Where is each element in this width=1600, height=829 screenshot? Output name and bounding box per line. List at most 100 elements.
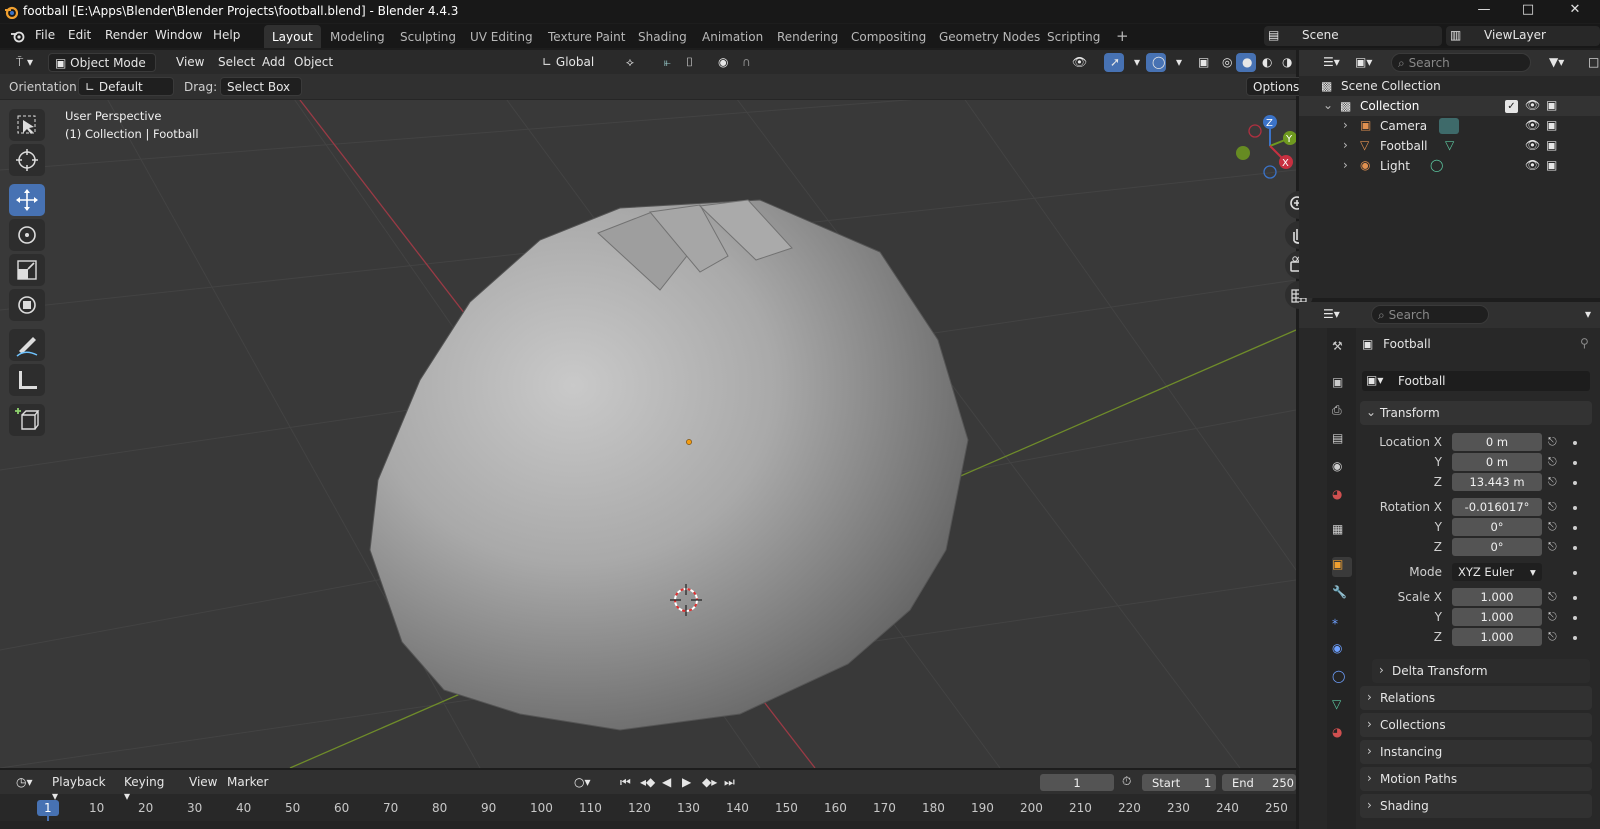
object-tab-icon[interactable]: ▣	[1332, 557, 1352, 577]
play-reverse-icon[interactable]: ◀	[656, 773, 674, 792]
camera-data-icon[interactable]	[1439, 118, 1459, 134]
stopwatch-icon[interactable]: ⏱	[1122, 774, 1131, 789]
collapse-arrow-icon[interactable]: ⌄	[1323, 98, 1333, 112]
football-mesh[interactable]	[369, 199, 969, 731]
render-camera-icon[interactable]: ▣	[1546, 98, 1557, 112]
gizmo-toggle-icon[interactable]: ➚	[1104, 53, 1124, 72]
outliner-item-camera[interactable]: › ▣ Camera 👁 ▣	[1299, 116, 1600, 136]
scale-x-field[interactable]: 1.000	[1452, 588, 1542, 606]
properties-options-icon[interactable]: ▾	[1579, 305, 1597, 324]
menu-file[interactable]: File	[35, 28, 55, 42]
location-x-field[interactable]: 0 m	[1452, 433, 1542, 451]
tab-compositing[interactable]: Compositing	[843, 25, 934, 48]
snap-toggle-icon[interactable]: ⫦	[658, 53, 678, 72]
3d-viewport[interactable]: User Perspective (1) Collection | Footba…	[0, 50, 1296, 768]
timeline-menu-marker[interactable]: Marker	[221, 773, 274, 792]
viewport-menu-view[interactable]: View	[170, 53, 210, 72]
relations-panel-header[interactable]: › Relations	[1360, 686, 1592, 710]
add-workspace-button[interactable]: +	[1108, 25, 1137, 48]
gizmo-options-icon[interactable]: ▾	[1128, 53, 1142, 72]
scale-z-field[interactable]: 1.000	[1452, 628, 1542, 646]
constraints-tab-icon[interactable]: ◯	[1332, 669, 1352, 689]
visibility-eye-icon[interactable]: 👁	[1525, 98, 1540, 112]
expand-arrow-icon[interactable]: ›	[1343, 158, 1348, 172]
properties-search-input[interactable]: ⌕ Search	[1371, 305, 1489, 324]
location-y-field[interactable]: 0 m	[1452, 453, 1542, 471]
collection-tab-icon[interactable]: ▦	[1332, 522, 1352, 542]
new-collection-icon[interactable]: □	[1582, 53, 1600, 72]
tab-shading[interactable]: Shading	[630, 25, 695, 48]
keyframe-dot[interactable]	[1573, 546, 1577, 550]
gizmo-neg-y[interactable]	[1236, 146, 1250, 160]
keyframe-dot[interactable]	[1573, 616, 1577, 620]
jump-keyframe-back-icon[interactable]: ◂◆	[634, 773, 655, 792]
exclude-checkbox[interactable]: ✓	[1505, 100, 1518, 113]
playback-menu[interactable]: Playback ▾	[46, 773, 118, 803]
play-icon[interactable]: ▶	[676, 773, 694, 792]
viewport-menu-object[interactable]: Object	[288, 53, 339, 72]
keyframe-dot[interactable]	[1573, 461, 1577, 465]
end-frame-field[interactable]: End 250	[1222, 774, 1296, 791]
outliner-scene-collection[interactable]: ▩ Scene Collection	[1299, 76, 1600, 96]
overlays-options-icon[interactable]: ▾	[1170, 53, 1184, 72]
mode-selector[interactable]: ▣ Object Mode	[48, 53, 156, 72]
jump-end-icon[interactable]: ⏭	[718, 773, 736, 792]
render-camera-icon[interactable]: ▣	[1546, 138, 1557, 152]
move-icon[interactable]	[9, 184, 45, 216]
timeline-menu-view[interactable]: View	[183, 773, 223, 792]
overlays-toggle-icon[interactable]: ◯	[1146, 53, 1166, 72]
orientation-dropdown[interactable]: ∟ Default	[78, 77, 174, 96]
lock-icon[interactable]: ⎋	[1548, 520, 1562, 534]
outliner-collection[interactable]: ⌄ ▩ Collection ✓ 👁 ▣	[1299, 96, 1600, 116]
gizmo-neg-x[interactable]	[1248, 124, 1262, 138]
minimize-icon[interactable]: —	[1474, 2, 1494, 20]
menu-render[interactable]: Render	[105, 28, 148, 42]
viewport-menu-select[interactable]: Select	[212, 53, 261, 72]
instancing-panel-header[interactable]: › Instancing	[1360, 740, 1592, 764]
falloff-curve-icon[interactable]: ∩	[736, 53, 762, 72]
annotate-icon[interactable]	[9, 329, 45, 361]
visibility-eye-icon[interactable]: 👁	[1525, 138, 1540, 152]
lock-icon[interactable]: ⎋	[1548, 590, 1562, 604]
wireframe-shading-icon[interactable]: ◎	[1216, 53, 1236, 72]
keyframe-dot[interactable]	[1573, 441, 1577, 445]
lock-icon[interactable]: ⎋	[1548, 455, 1562, 469]
modifier-tab-icon[interactable]: 🔧	[1332, 585, 1352, 605]
timeline-scrollbar[interactable]	[0, 821, 1296, 829]
motion-paths-panel-header[interactable]: › Motion Paths	[1360, 767, 1592, 791]
menu-help[interactable]: Help	[213, 28, 240, 42]
timeline-editor-type-icon[interactable]: ◷▾	[10, 773, 40, 792]
tab-sculpting[interactable]: Sculpting	[392, 25, 464, 48]
keyframe-dot[interactable]	[1573, 596, 1577, 600]
outliner-editor-type-icon[interactable]: ☰▾	[1317, 53, 1345, 72]
tab-scripting[interactable]: Scripting	[1039, 25, 1108, 48]
light-data-icon[interactable]: ◯	[1430, 158, 1443, 172]
rotate-icon[interactable]	[9, 219, 45, 251]
scene-tab-icon[interactable]: ◉	[1332, 459, 1352, 479]
filter-icon[interactable]: ▼▾	[1543, 53, 1577, 72]
lock-icon[interactable]: ⎋	[1548, 610, 1562, 624]
render-camera-icon[interactable]: ▣	[1546, 158, 1557, 172]
rotation-y-field[interactable]: 0°	[1452, 518, 1542, 536]
lock-icon[interactable]: ⎋	[1548, 475, 1562, 489]
view-layer-selector[interactable]: ▥ ViewLayer	[1446, 26, 1600, 46]
object-datablock-field[interactable]: ▣▾ Football	[1362, 371, 1590, 391]
keyframe-dot[interactable]	[1573, 636, 1577, 640]
jump-keyframe-forward-icon[interactable]: ◆▸	[696, 773, 717, 792]
add-cube-icon[interactable]	[9, 404, 45, 436]
start-frame-field[interactable]: Start 1	[1142, 774, 1216, 791]
outliner-search-input[interactable]: ⌕ Search	[1391, 53, 1531, 72]
tab-rendering[interactable]: Rendering	[769, 25, 846, 48]
collections-panel-header[interactable]: › Collections	[1360, 713, 1592, 737]
lock-icon[interactable]: ⎋	[1548, 435, 1562, 449]
material-tab-icon[interactable]: ◕	[1332, 725, 1352, 745]
proportional-edit-icon[interactable]: ◉	[712, 53, 732, 72]
measure-icon[interactable]	[9, 364, 45, 396]
rotation-x-field[interactable]: -0.016017°	[1452, 498, 1542, 516]
cursor-icon[interactable]	[9, 144, 45, 176]
blender-menu-icon[interactable]	[10, 29, 26, 43]
current-frame-field[interactable]: 1	[1040, 774, 1114, 791]
keyframe-dot[interactable]	[1573, 506, 1577, 510]
mesh-data-tab-icon[interactable]: ▽	[1332, 697, 1352, 717]
scale-y-field[interactable]: 1.000	[1452, 608, 1542, 626]
